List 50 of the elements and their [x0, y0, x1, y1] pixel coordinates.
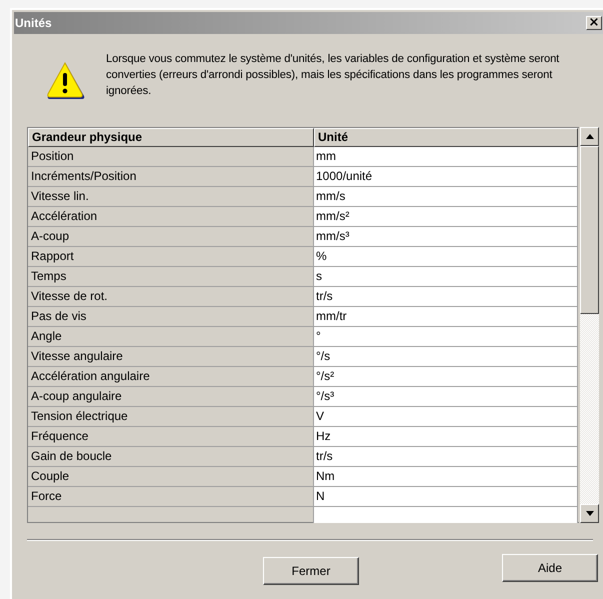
quantity-cell: Vitesse de rot.: [28, 287, 314, 307]
quantity-cell: Vitesse angulaire: [28, 347, 314, 367]
warning-message: Lorsque vous commutez le système d'unités, les variables de configuration et système seront converties (erreurs d'arrondi possibles), mais les spécifications dans les programmes seront ignorées.: [106, 52, 560, 99]
scroll-up-button[interactable]: [580, 127, 599, 146]
window-title: Unités: [14, 16, 52, 30]
down-arrow-icon: [586, 511, 594, 516]
help-button[interactable]: Aide: [502, 554, 598, 582]
quantity-cell: Couple: [28, 467, 314, 487]
quantity-cell: A-coup: [28, 227, 314, 247]
unit-cell[interactable]: mm: [314, 147, 578, 167]
quantity-cell: Temps: [28, 267, 314, 287]
quantity-cell: Accélération angulaire: [28, 367, 314, 387]
close-dialog-button[interactable]: Fermer: [263, 557, 359, 585]
quantity-cell: Position: [28, 147, 314, 167]
warning-icon: [45, 61, 87, 101]
close-button[interactable]: ×: [586, 16, 602, 30]
unit-cell[interactable]: tr/s: [314, 287, 578, 307]
quantity-cell: Accélération: [28, 207, 314, 227]
unit-cell[interactable]: °: [314, 327, 578, 347]
unit-cell[interactable]: °/s²: [314, 367, 578, 387]
unit-cell[interactable]: °/s³: [314, 387, 578, 407]
unit-cell[interactable]: mm/s: [314, 187, 578, 207]
unit-cell[interactable]: Hz: [314, 427, 578, 447]
unit-cell[interactable]: mm/s³: [314, 227, 578, 247]
unit-cell[interactable]: 1000/unité: [314, 167, 578, 187]
quantity-cell: Rapport: [28, 247, 314, 267]
quantity-cell: Pas de vis: [28, 307, 314, 327]
quantity-cell: A-coup angulaire: [28, 387, 314, 407]
unit-cell[interactable]: mm/tr: [314, 307, 578, 327]
unit-cell[interactable]: %: [314, 247, 578, 267]
vertical-scrollbar[interactable]: [580, 127, 599, 523]
scroll-down-button[interactable]: [580, 504, 599, 523]
column-header[interactable]: Unité: [314, 128, 578, 147]
quantity-cell: Vitesse lin.: [28, 187, 314, 207]
scrollbar-thumb[interactable]: [580, 146, 599, 314]
quantity-cell: Gain de boucle: [28, 447, 314, 467]
unit-cell[interactable]: s: [314, 267, 578, 287]
quantity-cell: Fréquence: [28, 427, 314, 447]
unit-cell[interactable]: mm/s²: [314, 207, 578, 227]
quantity-cell: Angle: [28, 327, 314, 347]
unit-cell[interactable]: °/s: [314, 347, 578, 367]
quantity-cell: Incréments/Position: [28, 167, 314, 187]
unit-cell[interactable]: V: [314, 407, 578, 427]
unit-cell[interactable]: Nm: [314, 467, 578, 487]
quantity-cell: Force: [28, 487, 314, 507]
quantity-cell: Tension électrique: [28, 407, 314, 427]
column-header[interactable]: Grandeur physique: [28, 128, 314, 147]
up-arrow-icon: [586, 134, 594, 139]
unit-cell[interactable]: tr/s: [314, 447, 578, 467]
unit-cell[interactable]: N: [314, 487, 578, 507]
